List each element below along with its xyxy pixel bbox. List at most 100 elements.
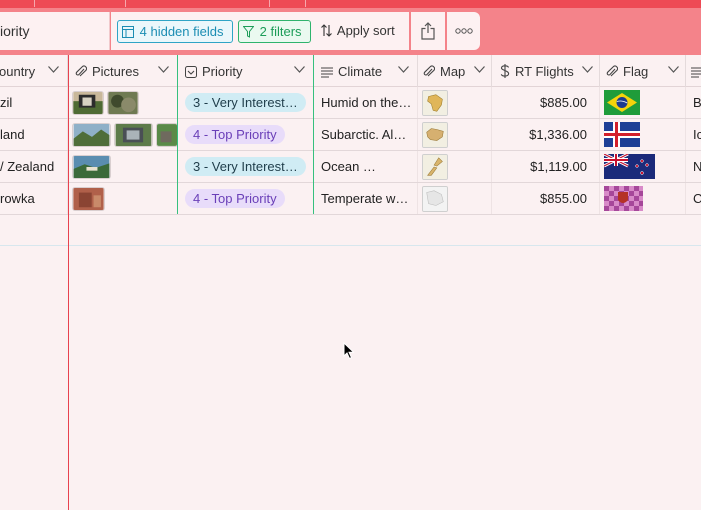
cell-next[interactable]: Ic bbox=[686, 119, 701, 150]
map-thumbnail[interactable] bbox=[422, 122, 448, 148]
records-grid: ountry Pictures Priority Climate Map RT … bbox=[0, 55, 701, 510]
table-row[interactable]: rowka 4 - Top Priority Temperate w… $855… bbox=[0, 183, 701, 215]
cell-climate[interactable]: Temperate w… bbox=[314, 183, 418, 214]
column-label: Climate bbox=[338, 64, 383, 79]
add-row-area[interactable] bbox=[0, 214, 701, 246]
tab-divider bbox=[305, 0, 306, 7]
column-label: Map bbox=[440, 64, 466, 79]
picture-thumbnail[interactable] bbox=[72, 123, 111, 147]
apply-sort-button[interactable]: Apply sort bbox=[321, 23, 395, 38]
checkered-flag-icon[interactable] bbox=[604, 186, 643, 211]
new-zealand-flag-icon[interactable] bbox=[604, 154, 655, 179]
chevron-down-icon[interactable] bbox=[474, 66, 485, 73]
column-header-priority[interactable]: Priority bbox=[178, 55, 314, 87]
cell-pictures[interactable] bbox=[69, 119, 178, 150]
group-divider bbox=[177, 55, 178, 214]
column-header-next[interactable] bbox=[686, 55, 701, 87]
picture-thumbnail[interactable] bbox=[114, 123, 153, 147]
cell-pictures[interactable] bbox=[69, 151, 178, 182]
cell-flag[interactable] bbox=[600, 87, 686, 118]
priority-chip: 4 - Top Priority bbox=[185, 125, 285, 144]
sort-icon bbox=[321, 24, 332, 37]
priority-chip: 3 - Very Interest… bbox=[185, 157, 306, 176]
tab-divider bbox=[269, 0, 270, 7]
cell-next[interactable]: C bbox=[686, 183, 701, 214]
cell-map[interactable] bbox=[418, 151, 492, 182]
cell-map[interactable] bbox=[418, 183, 492, 214]
cell-country[interactable]: rowka bbox=[0, 183, 68, 214]
cell-country[interactable]: land bbox=[0, 119, 68, 150]
view-switcher[interactable]: iority bbox=[0, 12, 110, 50]
long-text-icon bbox=[321, 67, 333, 78]
top-tab-bar bbox=[0, 0, 701, 8]
mouse-cursor-icon bbox=[343, 342, 355, 360]
priority-chip: 4 - Top Priority bbox=[185, 189, 285, 208]
toolbar-actions: 4 hidden fields 2 filters Apply sort bbox=[111, 12, 409, 50]
column-header-map[interactable]: Map bbox=[418, 55, 492, 87]
cell-next[interactable]: N bbox=[686, 151, 701, 182]
share-button[interactable] bbox=[411, 12, 445, 50]
picture-thumbnail[interactable] bbox=[107, 91, 139, 115]
chevron-down-icon[interactable] bbox=[48, 66, 59, 73]
picture-thumbnail[interactable] bbox=[72, 155, 111, 179]
cell-next[interactable]: B bbox=[686, 87, 701, 118]
map-thumbnail[interactable] bbox=[422, 154, 448, 180]
more-options-button[interactable] bbox=[447, 12, 480, 50]
cell-country[interactable]: / Zealand bbox=[0, 151, 68, 182]
apply-sort-label: Apply sort bbox=[336, 23, 395, 38]
table-row[interactable]: / Zealand 3 - Very Interest… Ocean … $1,… bbox=[0, 151, 701, 183]
picture-thumbnail[interactable] bbox=[156, 123, 178, 147]
chevron-down-icon[interactable] bbox=[294, 66, 305, 73]
priority-chip: 3 - Very Interest… bbox=[185, 93, 306, 112]
cell-map[interactable] bbox=[418, 87, 492, 118]
attachment-icon bbox=[75, 65, 87, 77]
attachment-icon bbox=[423, 65, 435, 77]
iceland-flag-icon[interactable] bbox=[604, 122, 640, 147]
more-icon bbox=[454, 28, 473, 34]
chevron-down-icon[interactable] bbox=[398, 66, 409, 73]
cell-climate[interactable]: Humid on the… bbox=[314, 87, 418, 118]
filters-button[interactable]: 2 filters bbox=[238, 20, 311, 43]
cell-country[interactable]: zil bbox=[0, 87, 68, 118]
view-name: iority bbox=[0, 23, 30, 39]
cell-pictures[interactable] bbox=[69, 87, 178, 118]
group-divider bbox=[313, 55, 314, 214]
frozen-column-divider[interactable] bbox=[68, 55, 69, 510]
cell-rt-flights[interactable]: $855.00 bbox=[492, 183, 600, 214]
column-label: Priority bbox=[202, 64, 243, 79]
cell-climate[interactable]: Subarctic. Al… bbox=[314, 119, 418, 150]
cell-flag[interactable] bbox=[600, 151, 686, 182]
map-thumbnail[interactable] bbox=[422, 186, 448, 212]
column-header-pictures[interactable]: Pictures bbox=[69, 55, 178, 87]
cell-map[interactable] bbox=[418, 119, 492, 150]
cell-priority[interactable]: 3 - Very Interest… bbox=[178, 151, 314, 182]
view-toolbar: iority 4 hidden fields 2 filters Apply s… bbox=[0, 12, 701, 51]
filters-label: 2 filters bbox=[259, 24, 302, 39]
chevron-down-icon[interactable] bbox=[158, 66, 169, 73]
picture-thumbnail[interactable] bbox=[72, 187, 105, 211]
cell-priority[interactable]: 3 - Very Interest… bbox=[178, 87, 314, 118]
cell-rt-flights[interactable]: $885.00 bbox=[492, 87, 600, 118]
brazil-flag-icon[interactable] bbox=[604, 90, 640, 115]
chevron-down-icon[interactable] bbox=[582, 66, 593, 73]
single-select-icon bbox=[185, 66, 197, 78]
column-header-rt-flights[interactable]: RT Flights bbox=[492, 55, 600, 87]
column-header-flag[interactable]: Flag bbox=[600, 55, 686, 87]
chevron-down-icon[interactable] bbox=[668, 66, 679, 73]
table-row[interactable]: land 4 - Top Priority Subarctic. Al… $1,… bbox=[0, 119, 701, 151]
map-thumbnail[interactable] bbox=[422, 90, 448, 116]
cell-flag[interactable] bbox=[600, 183, 686, 214]
cell-priority[interactable]: 4 - Top Priority bbox=[178, 183, 314, 214]
column-header-climate[interactable]: Climate bbox=[314, 55, 418, 87]
cell-priority[interactable]: 4 - Top Priority bbox=[178, 119, 314, 150]
cell-rt-flights[interactable]: $1,119.00 bbox=[492, 151, 600, 182]
hidden-fields-button[interactable]: 4 hidden fields bbox=[117, 20, 233, 43]
picture-thumbnail[interactable] bbox=[72, 91, 104, 115]
column-label: ountry bbox=[0, 64, 36, 79]
cell-flag[interactable] bbox=[600, 119, 686, 150]
cell-pictures[interactable] bbox=[69, 183, 178, 214]
column-header-country[interactable]: ountry bbox=[0, 55, 68, 87]
cell-climate[interactable]: Ocean … bbox=[314, 151, 418, 182]
table-row[interactable]: zil 3 - Very Interest… Humid on the… $88… bbox=[0, 87, 701, 119]
cell-rt-flights[interactable]: $1,336.00 bbox=[492, 119, 600, 150]
